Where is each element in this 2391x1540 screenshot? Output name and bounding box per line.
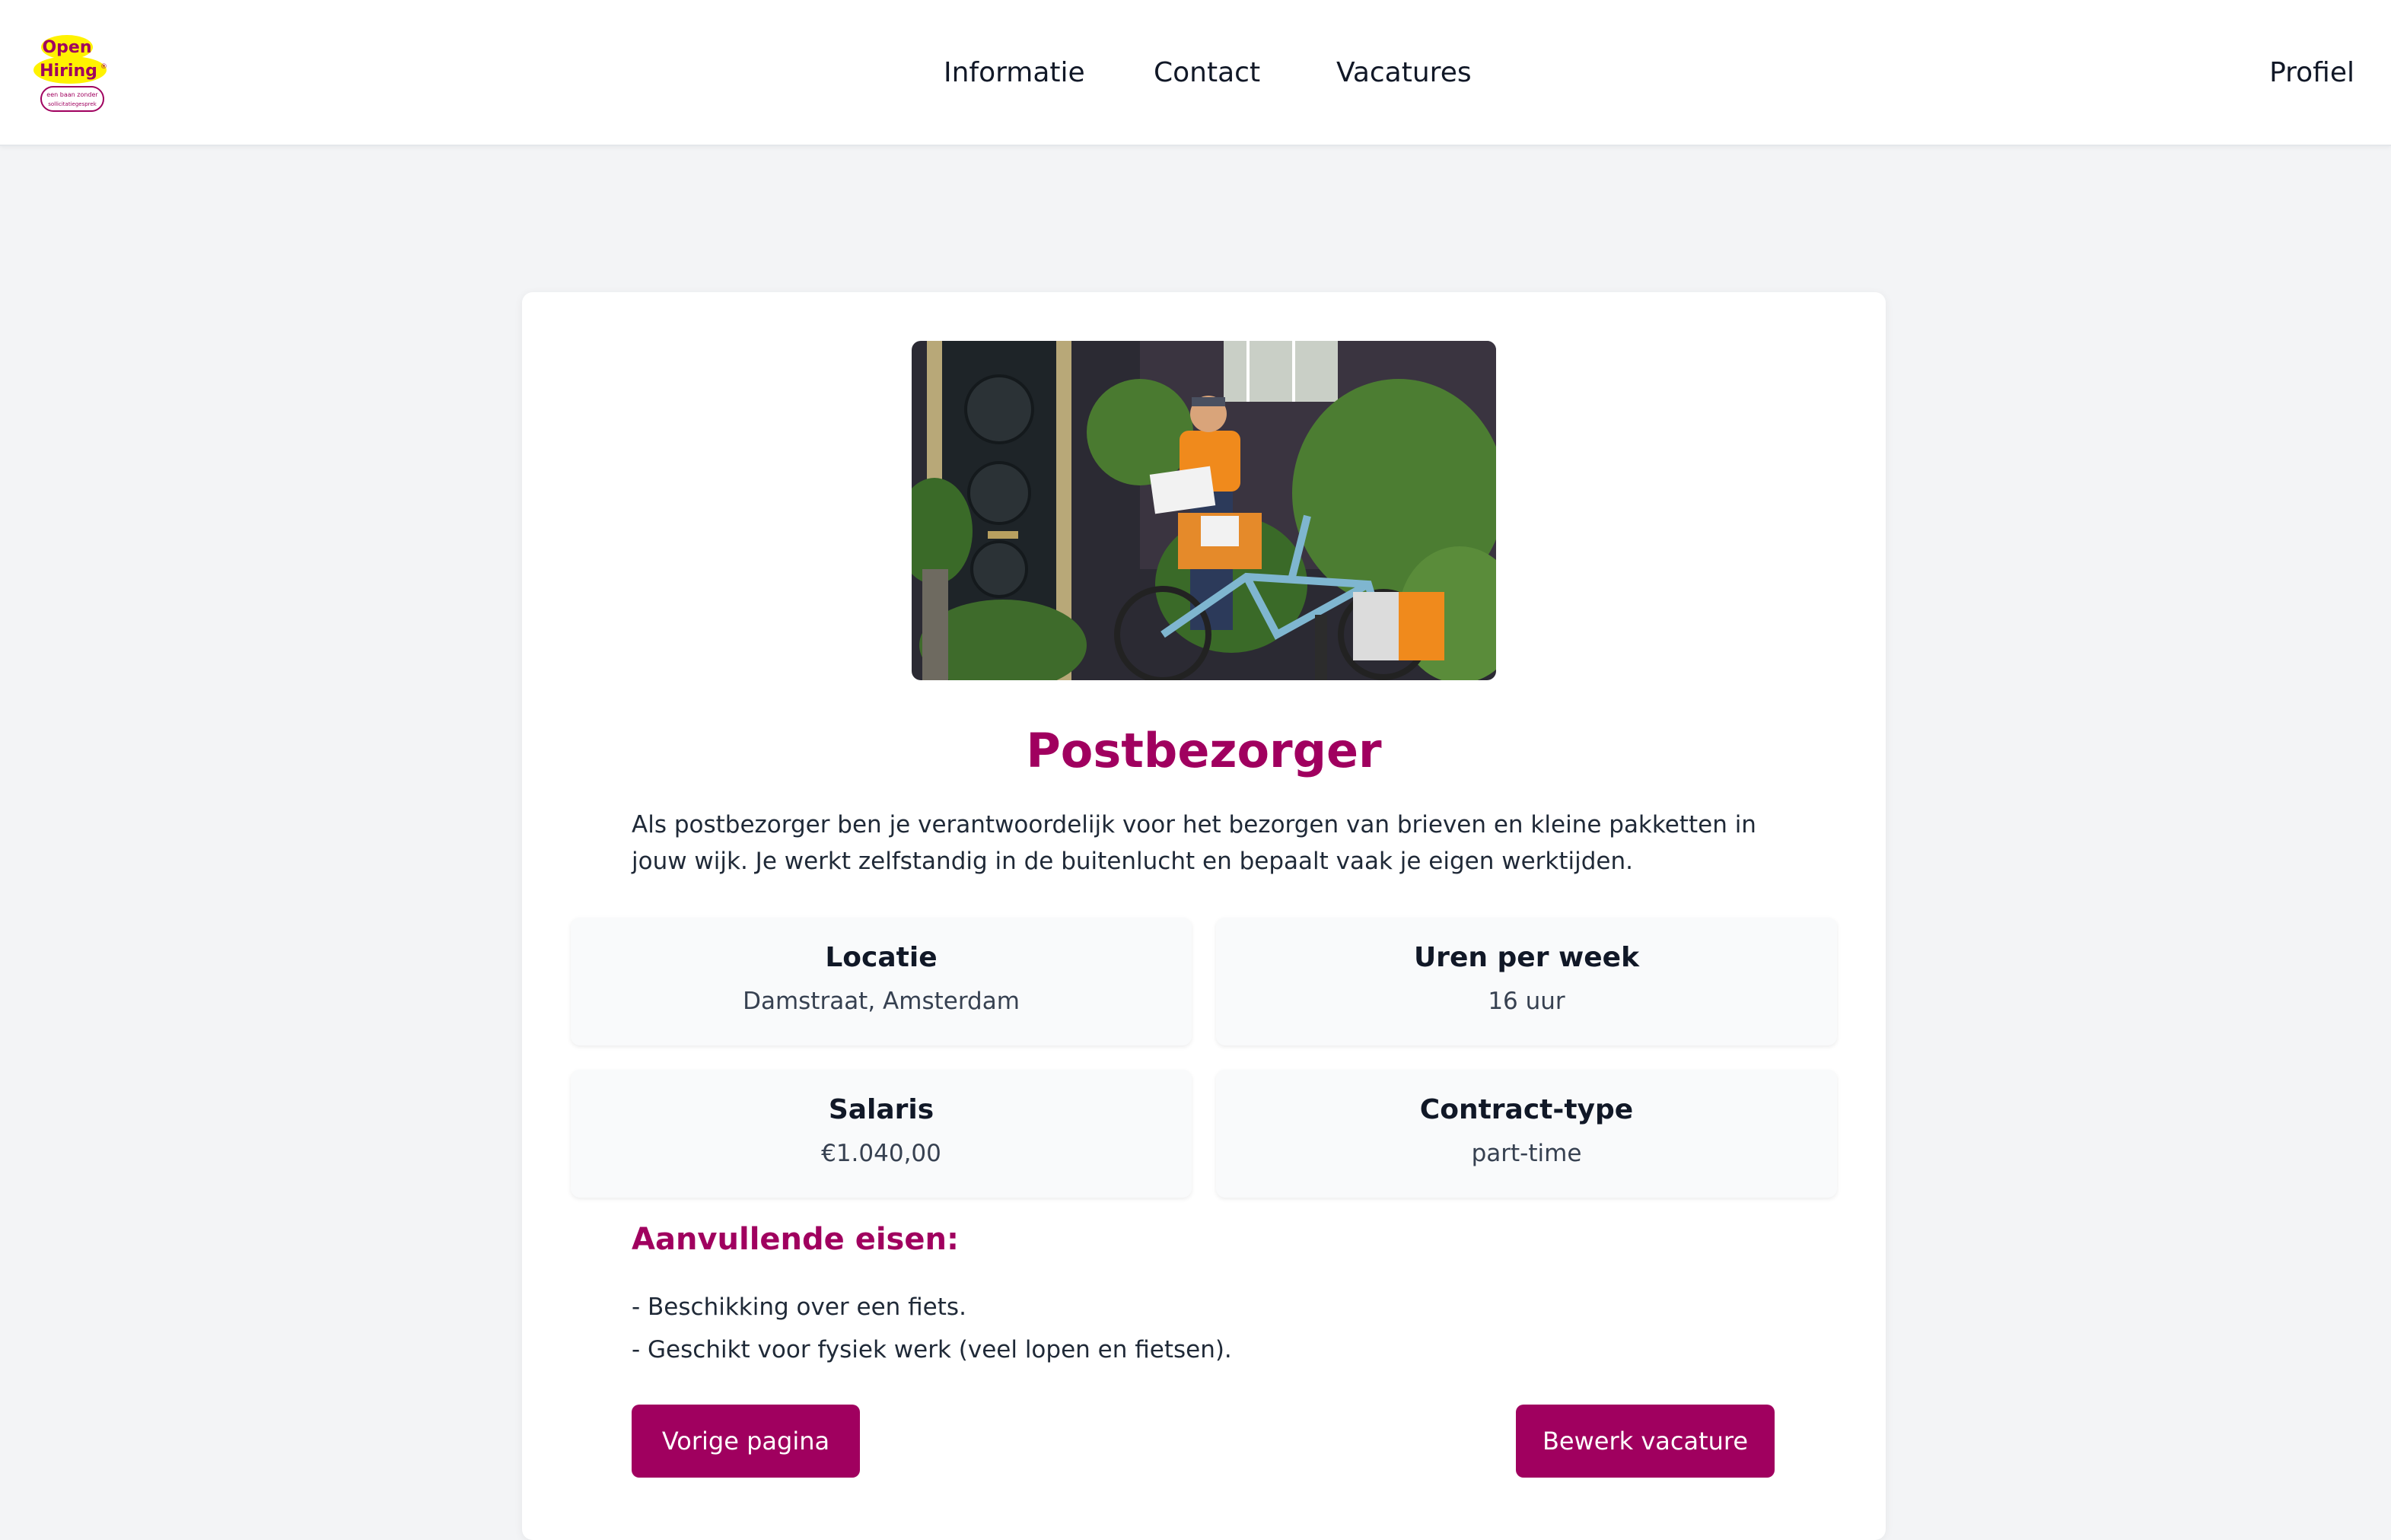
requirement-item: - Beschikking over een fiets. [632,1293,966,1321]
vacancy-description: Als postbezorger ben je verantwoordelijk… [632,811,1756,875]
nav-link-contact[interactable]: Contact [1154,50,1260,96]
salary-label: Salaris [828,1094,934,1125]
requirements-list: - Beschikking over een fiets. - Geschikt… [632,1286,1232,1371]
vacancy-photo [912,341,1496,680]
contract-value: part-time [1471,1140,1582,1167]
top-navigation-bar: Open Hiring ® een baan zonder sollicitat… [0,0,2391,146]
nav-link-vacatures[interactable]: Vacatures [1336,50,1472,96]
vacancy-title: Postbezorger [1026,723,1382,778]
hours-value: 16 uur [1488,988,1565,1015]
salary-value: €1.040,00 [821,1140,941,1167]
location-info-box: Locatie Damstraat, Amsterdam [571,918,1192,1045]
requirement-item: - Geschikt voor fysiek werk (veel lopen … [632,1336,1232,1363]
hours-label: Uren per week [1413,942,1640,973]
vacancy-detail-card: Postbezorger Als postbezorger ben je ver… [522,292,1886,1540]
nav-link-informatie[interactable]: Informatie [944,50,1085,96]
location-value: Damstraat, Amsterdam [743,988,1020,1015]
location-label: Locatie [825,942,938,973]
main-nav: Informatie Contact Vacatures [0,50,2391,96]
nav-link-profiel[interactable]: Profiel [2269,50,2354,96]
requirements-title: Aanvullende eisen: [632,1222,959,1257]
edit-vacancy-button[interactable]: Bewerk vacature [1516,1405,1775,1478]
logo-tagline-2: sollicitatiegesprek [48,101,97,107]
previous-page-button[interactable]: Vorige pagina [632,1405,860,1478]
hours-info-box: Uren per week 16 uur [1216,918,1837,1045]
contract-info-box: Contract-type part-time [1216,1070,1837,1198]
salary-info-box: Salaris €1.040,00 [571,1070,1192,1198]
contract-label: Contract-type [1419,1094,1634,1125]
